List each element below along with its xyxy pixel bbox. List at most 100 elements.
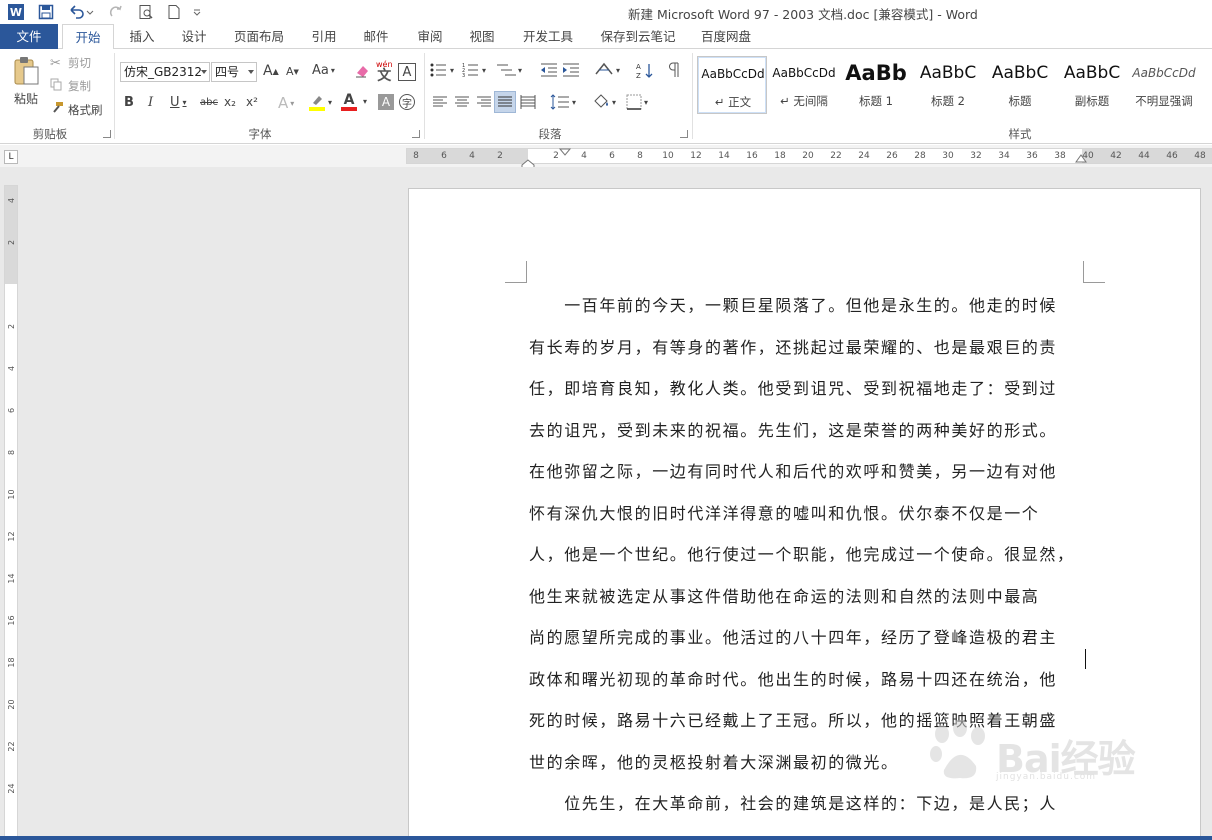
- strikethrough-button[interactable]: abc: [200, 97, 218, 108]
- align-center-button[interactable]: [454, 95, 470, 109]
- style-no-spacing[interactable]: AaBbCcDd ↵ 无间隔: [769, 56, 839, 114]
- phonetic-guide-button[interactable]: wén 文: [376, 61, 393, 84]
- numbering-button[interactable]: 1 2 3 ▾: [462, 62, 486, 78]
- justify-button[interactable]: [494, 91, 516, 113]
- document-line[interactable]: 去的诅咒，受到未来的祝福。先生们，这是荣誉的两种美好的形式。: [529, 419, 1084, 443]
- margin-corner-mark: [505, 261, 527, 283]
- character-shading-button[interactable]: A: [378, 94, 394, 110]
- ruler-tick-label: 8: [7, 449, 16, 456]
- ruler-tick-label: 22: [830, 151, 842, 161]
- font-size-combo[interactable]: 四号: [211, 62, 257, 82]
- document-line[interactable]: 他生来就被选定从事这件借助他在命运的法则和自然的法则中最高: [529, 585, 1084, 609]
- ruler-tick-label: 2: [7, 323, 16, 330]
- bold-label: B: [124, 95, 134, 110]
- first-line-indent-marker-icon[interactable]: [559, 148, 571, 156]
- vertical-ruler[interactable]: 4 2 2 4 6 8 10 12 14 16 18 20 22 24: [4, 185, 18, 840]
- text-effects-icon: A: [278, 94, 289, 112]
- chinese-layout-button[interactable]: ▾: [594, 62, 620, 78]
- style-normal[interactable]: AaBbCcDd ↵ 正文: [697, 56, 767, 114]
- increase-indent-button[interactable]: [562, 62, 580, 78]
- grow-font-icon: A: [263, 63, 273, 79]
- svg-text:Z: Z: [636, 72, 641, 80]
- tab-mailings[interactable]: 邮件: [356, 24, 396, 49]
- tab-home[interactable]: 开始: [62, 24, 114, 50]
- style-title[interactable]: AaBbC 标题: [985, 56, 1055, 114]
- window-title: 新建 Microsoft Word 97 - 2003 文档.doc [兼容模式…: [628, 7, 978, 22]
- font-group-label: 字体: [248, 127, 272, 141]
- cut-button[interactable]: ✂ 剪切: [50, 55, 91, 71]
- ribbon-tabs: 文件 开始 插入 设计 页面布局 引用 邮件 审阅 视图 开发工具 保存到云笔记…: [0, 24, 1212, 50]
- style-subtle-emphasis[interactable]: AaBbCcDd 不明显强调: [1129, 56, 1199, 114]
- document-line[interactable]: 有长寿的岁月，有等身的著作，还挑起过最荣耀的、也是最艰巨的责: [529, 336, 1084, 360]
- align-left-button[interactable]: [432, 95, 448, 109]
- tab-developer[interactable]: 开发工具: [516, 24, 580, 49]
- font-size-value: 四号: [215, 65, 240, 79]
- tab-page-layout[interactable]: 页面布局: [228, 24, 290, 49]
- document-line[interactable]: 人，他是一个世纪。他行使过一个职能，他完成过一个使命。很显然，: [529, 543, 1084, 567]
- character-border-button[interactable]: A: [398, 63, 416, 81]
- shrink-font-icon: A: [286, 65, 294, 78]
- tab-insert[interactable]: 插入: [122, 24, 162, 49]
- right-indent-marker-icon[interactable]: [1075, 153, 1087, 163]
- tab-selector[interactable]: L: [4, 150, 18, 164]
- sort-button[interactable]: AZ: [636, 62, 654, 80]
- paragraph-launcher-icon[interactable]: [680, 130, 688, 138]
- document-line[interactable]: 位先生，在大革命前，社会的建筑是这样的：下边，是人民；人: [529, 792, 1084, 816]
- decrease-indent-button[interactable]: [540, 62, 558, 78]
- ruler-tick-label: 4: [7, 365, 16, 372]
- tab-view[interactable]: 视图: [462, 24, 502, 49]
- shading-button[interactable]: ▾: [592, 93, 616, 111]
- ruler-tick-label: 18: [7, 657, 16, 668]
- line-spacing-button[interactable]: ▾: [550, 94, 576, 110]
- italic-button[interactable]: I: [148, 95, 153, 110]
- font-color-button[interactable]: A: [341, 93, 357, 111]
- multilevel-list-button[interactable]: ▾: [496, 62, 522, 78]
- tab-cloud-note[interactable]: 保存到云笔记: [594, 24, 682, 49]
- borders-button[interactable]: ▾: [626, 94, 648, 110]
- font-color-dropdown[interactable]: ▾: [363, 97, 367, 106]
- bold-button[interactable]: B: [124, 95, 134, 110]
- text-cursor: [1085, 649, 1086, 669]
- enclose-characters-button[interactable]: 字: [399, 94, 415, 110]
- document-line[interactable]: 尚的愿望所完成的事业。他活过的八十四年，经历了登峰造极的君主: [529, 626, 1084, 650]
- style-more[interactable]: A: [1201, 56, 1212, 114]
- horizontal-ruler[interactable]: 8 6 4 2 2 4 6 8 10 12 14 16 18 20 22 24 26 28 30 32 34 36 38 40…: [406, 148, 1212, 171]
- subscript-button[interactable]: x₂: [224, 95, 236, 109]
- scissors-icon: ✂: [50, 55, 61, 71]
- style-heading-2[interactable]: AaBbC 标题 2: [913, 56, 983, 114]
- highlight-button[interactable]: ▾: [308, 93, 332, 111]
- distributed-button[interactable]: [520, 95, 536, 109]
- underline-button[interactable]: U ▾: [170, 95, 187, 110]
- document-line[interactable]: 任，即培育良知，教化人类。他受到诅咒、受到祝福地走了：受到过: [529, 377, 1084, 401]
- text-effects-button[interactable]: A ▾: [278, 94, 294, 112]
- clipboard-launcher-icon[interactable]: [103, 130, 111, 138]
- tab-file[interactable]: 文件: [0, 24, 58, 49]
- document-line[interactable]: 政体和曙光初现的革命时代。他出生的时候，路易十四还在统治，他: [529, 668, 1084, 692]
- align-right-button[interactable]: [476, 95, 492, 109]
- paste-button[interactable]: 粘贴: [8, 55, 44, 111]
- style-subtitle[interactable]: AaBbC 副标题: [1057, 56, 1127, 114]
- grow-font-button[interactable]: A ▲: [263, 63, 279, 79]
- sort-icon: AZ: [636, 63, 653, 80]
- font-launcher-icon[interactable]: [412, 130, 420, 138]
- copy-button[interactable]: 复制: [50, 78, 91, 94]
- format-painter-button[interactable]: 格式刷: [50, 101, 103, 118]
- tab-design[interactable]: 设计: [174, 24, 214, 49]
- tab-baidu-netdisk[interactable]: 百度网盘: [694, 24, 758, 49]
- ruler-tick-label: 42: [1110, 151, 1122, 161]
- font-name-combo[interactable]: 仿宋_GB2312: [120, 62, 210, 82]
- document-line[interactable]: 一百年前的今天，一颗巨星陨落了。但他是永生的。他走的时候: [529, 294, 1084, 318]
- style-preview: AaBb: [845, 61, 907, 85]
- change-case-button[interactable]: Aa ▾: [312, 63, 335, 78]
- style-heading-1[interactable]: AaBb 标题 1: [841, 56, 911, 114]
- document-line[interactable]: 怀有深仇大恨的旧时代洋洋得意的嘘叫和仇恨。伏尔泰不仅是一个: [529, 502, 1084, 526]
- tab-review[interactable]: 审阅: [410, 24, 450, 49]
- clear-format-button[interactable]: [354, 63, 370, 79]
- tab-references[interactable]: 引用: [304, 24, 344, 49]
- show-formatting-button[interactable]: [668, 62, 680, 78]
- superscript-button[interactable]: x²: [246, 95, 258, 109]
- style-preview: AaBbC: [991, 63, 1049, 83]
- bullets-button[interactable]: ▾: [430, 62, 454, 78]
- shrink-font-button[interactable]: A ▼: [286, 65, 299, 78]
- document-line[interactable]: 在他弥留之际，一边有同时代人和后代的欢呼和赞美，另一边有对他: [529, 460, 1084, 484]
